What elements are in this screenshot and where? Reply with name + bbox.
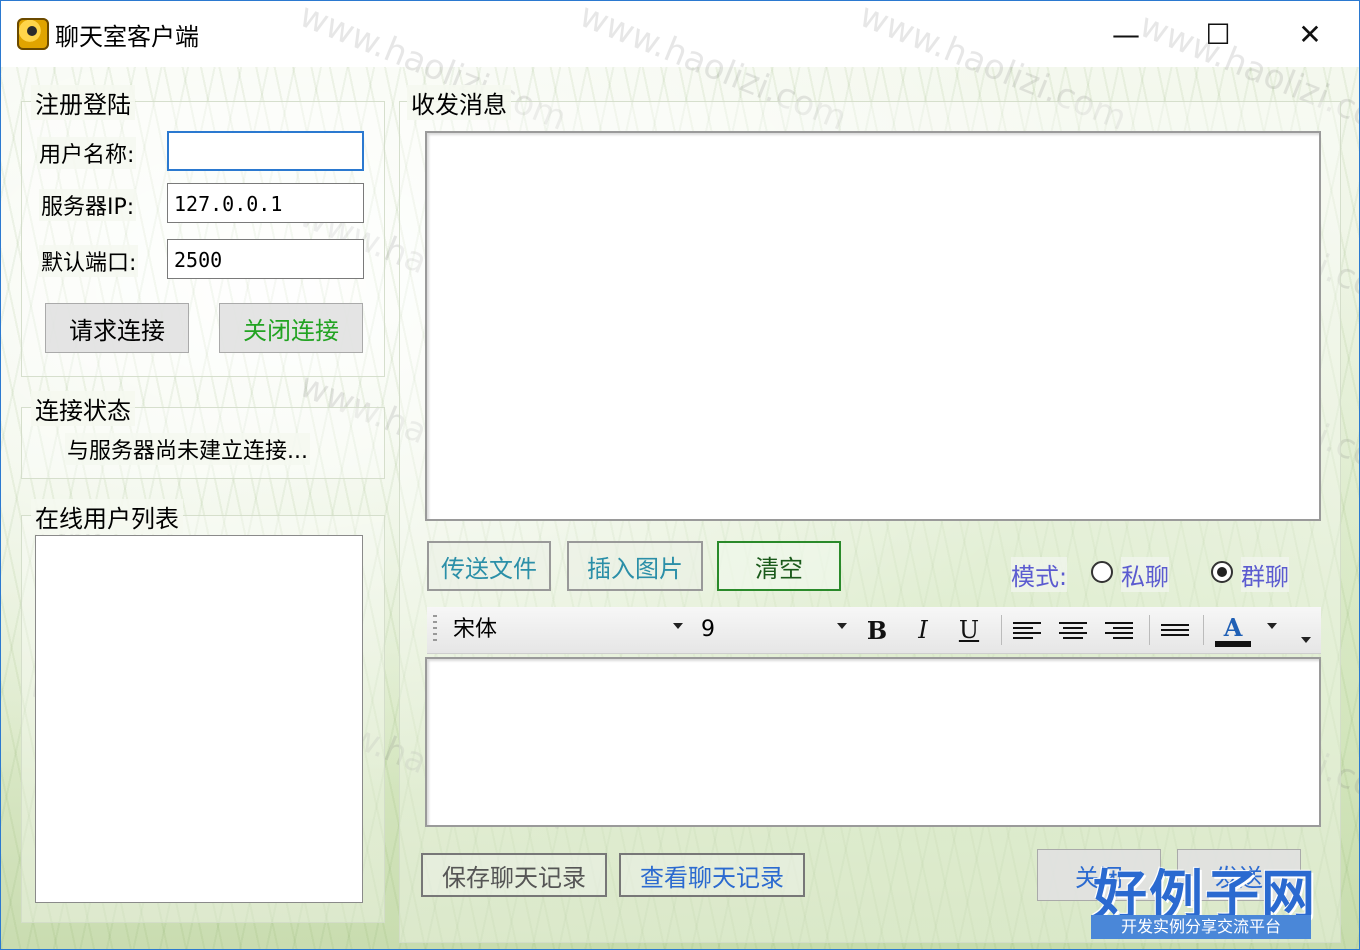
toolbar-grip[interactable] [433,615,437,645]
send-file-button[interactable]: 传送文件 [427,541,551,591]
maximize-button[interactable]: ☐ [1195,11,1241,57]
title-bar: 聊天室客户端 — ☐ ✕ [1,1,1359,67]
port-label: 默认端口: [39,245,139,277]
toolbar-separator [1149,615,1150,645]
online-users-list[interactable] [35,535,363,903]
font-color-dropdown-icon[interactable] [1267,623,1277,629]
group-chat-label[interactable]: 群聊 [1241,557,1289,592]
minimize-button[interactable]: — [1103,11,1149,57]
connect-button[interactable]: 请求连接 [45,303,189,353]
private-chat-label[interactable]: 私聊 [1121,557,1169,592]
disconnect-button[interactable]: 关闭连接 [219,303,363,353]
send-button[interactable]: 发送 [1177,849,1301,901]
bold-button[interactable]: B [859,613,895,647]
server-ip-input[interactable]: 127.0.0.1 [167,183,364,223]
message-history-box[interactable] [425,131,1321,521]
message-input-box[interactable] [425,657,1321,827]
underline-button[interactable]: U [951,613,987,647]
font-name-combo[interactable]: 宋体 [453,613,689,647]
close-button[interactable]: 关闭 [1037,849,1161,901]
close-window-button[interactable]: ✕ [1287,11,1333,57]
save-chat-log-button[interactable]: 保存聊天记录 [421,853,607,897]
font-name-dropdown-icon[interactable] [673,623,683,629]
clear-button[interactable]: 清空 [717,541,841,591]
username-label: 用户名称: [37,137,137,169]
insert-image-button[interactable]: 插入图片 [567,541,703,591]
align-center-icon[interactable] [1055,613,1091,647]
font-size-dropdown-icon[interactable] [837,623,847,629]
font-color-button[interactable]: A [1215,613,1251,647]
bullet-list-icon[interactable] [1157,613,1193,647]
chat-client-window: 聊天室客户端 — ☐ ✕ www.haolizi.com www.haolizi… [0,0,1360,950]
username-input[interactable] [167,131,364,171]
toolbar-separator [1001,615,1002,645]
private-chat-radio[interactable] [1091,561,1113,583]
toolbar-overflow-icon[interactable] [1301,637,1311,643]
server-ip-label: 服务器IP: [39,189,137,221]
status-group-title: 连接状态 [31,391,135,426]
client-area: www.haolizi.com www.haolizi.com www.haol… [1,1,1359,949]
align-left-icon[interactable] [1009,613,1045,647]
connection-status-text: 与服务器尚未建立连接... [65,433,310,465]
app-icon [17,18,49,50]
toolbar-separator [1203,615,1204,645]
port-input[interactable]: 2500 [167,239,364,279]
online-users-title: 在线用户列表 [31,499,183,534]
font-size-combo[interactable]: 9 [701,613,851,647]
messages-group-title: 收发消息 [407,85,511,120]
window-title: 聊天室客户端 [55,23,199,51]
align-right-icon[interactable] [1101,613,1137,647]
login-group-title: 注册登陆 [31,85,135,120]
group-chat-radio[interactable] [1211,561,1233,583]
view-chat-log-button[interactable]: 查看聊天记录 [619,853,805,897]
italic-button[interactable]: I [905,613,941,647]
mode-label: 模式: [1011,557,1068,592]
format-toolbar: 宋体 9 B I U A [427,607,1321,654]
